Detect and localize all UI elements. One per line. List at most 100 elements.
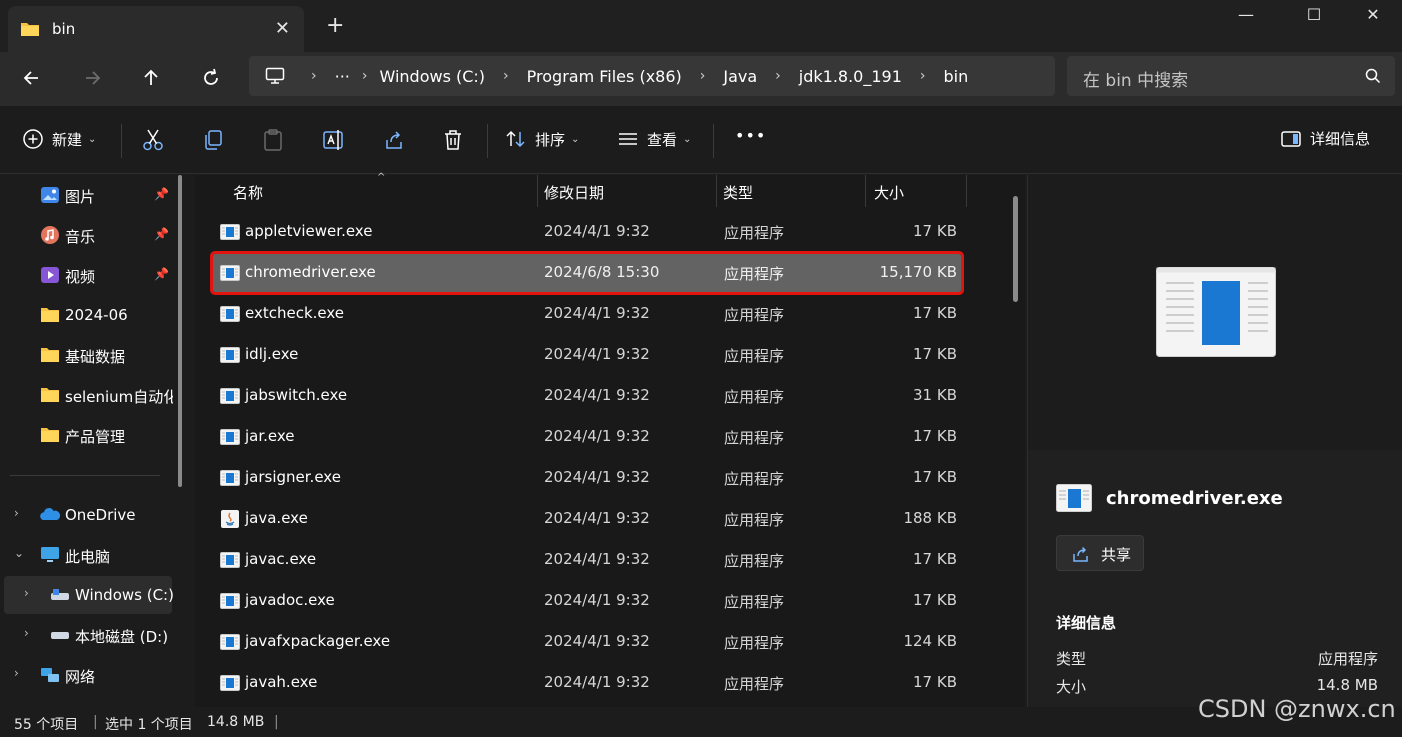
sidebar-item-network[interactable]: › 网络 <box>0 656 190 694</box>
exe-file-icon <box>220 347 240 363</box>
cut-icon[interactable] <box>142 128 164 152</box>
close-button[interactable]: ✕ <box>1350 0 1396 32</box>
column-header-name[interactable]: 名称 <box>195 175 538 207</box>
file-date: 2024/4/1 9:32 <box>544 386 650 404</box>
file-row[interactable]: javadoc.exe 2024/4/1 9:32 应用程序 17 KB <box>213 582 961 620</box>
exe-file-icon <box>220 634 240 650</box>
search-box[interactable]: 在 bin 中搜索 <box>1067 56 1395 96</box>
pin-icon[interactable]: 📌 <box>154 227 169 241</box>
sidebar-item-product-mgmt[interactable]: 产品管理 <box>0 416 190 454</box>
paste-icon[interactable] <box>262 128 284 152</box>
back-arrow-icon[interactable] <box>16 62 48 94</box>
tab-close-icon[interactable]: ✕ <box>275 18 290 39</box>
file-row[interactable]: appletviewer.exe 2024/4/1 9:32 应用程序 17 KB <box>213 213 961 251</box>
maximize-button[interactable]: ☐ <box>1291 0 1337 32</box>
file-size: 17 KB <box>913 304 957 322</box>
view-button[interactable]: 查看 ⌄ <box>617 128 691 150</box>
file-row[interactable]: javafxpackager.exe 2024/4/1 9:32 应用程序 124 K… <box>213 623 961 661</box>
sidebar-item-pictures[interactable]: 图片 📌 <box>0 176 190 214</box>
exe-file-icon <box>220 593 240 609</box>
chevron-right-icon[interactable]: › <box>24 626 29 640</box>
new-label: 新建 <box>52 130 83 149</box>
chevron-down-icon[interactable]: ⌄ <box>14 546 24 560</box>
sidebar-item-2024-06[interactable]: 2024-06 <box>0 296 190 334</box>
address-bar[interactable]: › ··· › Windows (C:) › Program Files (x8… <box>249 56 1055 96</box>
delete-icon[interactable] <box>442 128 464 152</box>
column-name-label: 名称 <box>233 184 264 202</box>
breadcrumb-program-files[interactable]: Program Files (x86) <box>527 67 682 86</box>
file-row[interactable]: javac.exe 2024/4/1 9:32 应用程序 17 KB <box>213 541 961 579</box>
file-size: 15,170 KB <box>879 263 957 281</box>
file-size: 17 KB <box>913 468 957 486</box>
file-name: javac.exe <box>245 550 317 568</box>
breadcrumb-java[interactable]: Java <box>723 67 757 86</box>
share-button[interactable]: 共享 <box>1056 535 1144 571</box>
breadcrumb-more[interactable]: ··· <box>335 67 350 86</box>
column-divider[interactable] <box>966 175 967 207</box>
exe-file-icon <box>220 224 240 240</box>
forward-arrow-icon[interactable] <box>76 62 108 94</box>
status-divider: | <box>274 714 279 730</box>
status-bar: 55 个项目 | 选中 1 个项目 14.8 MB | <box>0 707 1402 737</box>
minimize-button[interactable]: — <box>1223 0 1269 32</box>
file-date: 2024/4/1 9:32 <box>544 468 650 486</box>
file-date: 2024/4/1 9:32 <box>544 673 650 691</box>
file-date: 2024/4/1 9:32 <box>544 632 650 650</box>
file-list-scrollbar[interactable] <box>1013 196 1018 302</box>
tab-title: bin <box>52 20 76 38</box>
file-row[interactable]: jabswitch.exe 2024/4/1 9:32 应用程序 31 KB <box>213 377 961 415</box>
file-row[interactable]: java.exe 2024/4/1 9:32 应用程序 188 KB <box>213 500 961 538</box>
file-row[interactable]: extcheck.exe 2024/4/1 9:32 应用程序 17 KB <box>213 295 961 333</box>
share-icon <box>1073 546 1088 562</box>
chevron-right-icon: › <box>311 68 317 84</box>
exe-file-icon <box>220 470 240 486</box>
search-icon[interactable] <box>1365 68 1381 84</box>
copy-icon[interactable] <box>202 128 224 152</box>
pin-icon[interactable]: 📌 <box>154 267 169 281</box>
sidebar-item-local-d[interactable]: › 本地磁盘 (D:) <box>0 616 190 654</box>
more-options-button[interactable]: ••• <box>735 126 766 145</box>
sort-button[interactable]: 排序 ⌄ <box>505 128 579 150</box>
sidebar-scrollbar[interactable] <box>178 175 182 487</box>
file-row[interactable]: jarsigner.exe 2024/4/1 9:32 应用程序 17 KB <box>213 459 961 497</box>
chevron-right-icon[interactable]: › <box>14 666 19 680</box>
file-row[interactable]: jar.exe 2024/4/1 9:32 应用程序 17 KB <box>213 418 961 456</box>
sidebar-item-onedrive[interactable]: › OneDrive <box>0 496 190 534</box>
rename-icon[interactable] <box>322 128 346 152</box>
share-icon[interactable] <box>383 128 405 152</box>
search-placeholder[interactable]: 在 bin 中搜索 <box>1083 66 1188 91</box>
column-header-type[interactable]: 类型 <box>717 175 866 207</box>
sidebar-item-this-pc[interactable]: ⌄ 此电脑 <box>0 536 190 574</box>
pin-icon[interactable]: 📌 <box>154 187 169 201</box>
column-header-date[interactable]: 修改日期 <box>538 175 717 207</box>
refresh-icon[interactable] <box>195 62 227 94</box>
tab-bin[interactable]: bin ✕ <box>8 6 304 52</box>
file-name: jar.exe <box>245 427 295 445</box>
breadcrumb-jdk[interactable]: jdk1.8.0_191 <box>799 67 902 86</box>
details-label: 详细信息 <box>1310 130 1371 148</box>
new-button[interactable]: 新建 ⌄ <box>22 128 96 150</box>
exe-file-icon <box>220 388 240 404</box>
onedrive-icon <box>40 508 60 520</box>
sidebar-item-basic-data[interactable]: 基础数据 <box>0 336 190 374</box>
chevron-right-icon: › <box>699 68 706 84</box>
column-header-size[interactable]: 大小 <box>866 175 966 207</box>
file-size: 17 KB <box>913 345 957 363</box>
sidebar-item-music[interactable]: 音乐 📌 <box>0 216 190 254</box>
file-row[interactable]: javah.exe 2024/4/1 9:32 应用程序 17 KB <box>213 664 961 702</box>
file-row[interactable]: idlj.exe 2024/4/1 9:32 应用程序 17 KB <box>213 336 961 374</box>
sidebar-item-windows-c[interactable]: › Windows (C:) <box>4 576 174 614</box>
details-pane-button[interactable]: 详细信息 <box>1280 128 1370 149</box>
file-size: 17 KB <box>913 550 957 568</box>
up-arrow-icon[interactable] <box>135 62 167 94</box>
chevron-right-icon[interactable]: › <box>24 586 29 600</box>
sidebar-item-selenium[interactable]: selenium自动化 <box>0 376 190 414</box>
details-pane: chromedriver.exe 共享 详细信息 类型 应用程序 大小 14.8… <box>1027 175 1402 707</box>
file-name: chromedriver.exe <box>245 263 376 281</box>
breadcrumb-windows-c[interactable]: Windows (C:) <box>379 67 485 86</box>
new-tab-button[interactable]: + <box>326 14 344 38</box>
chevron-right-icon[interactable]: › <box>14 506 19 520</box>
breadcrumb-bin[interactable]: bin <box>944 67 969 86</box>
sidebar-item-videos[interactable]: 视频 📌 <box>0 256 190 294</box>
file-row[interactable]: chromedriver.exe 2024/6/8 15:30 应用程序 15,170… <box>210 251 964 295</box>
